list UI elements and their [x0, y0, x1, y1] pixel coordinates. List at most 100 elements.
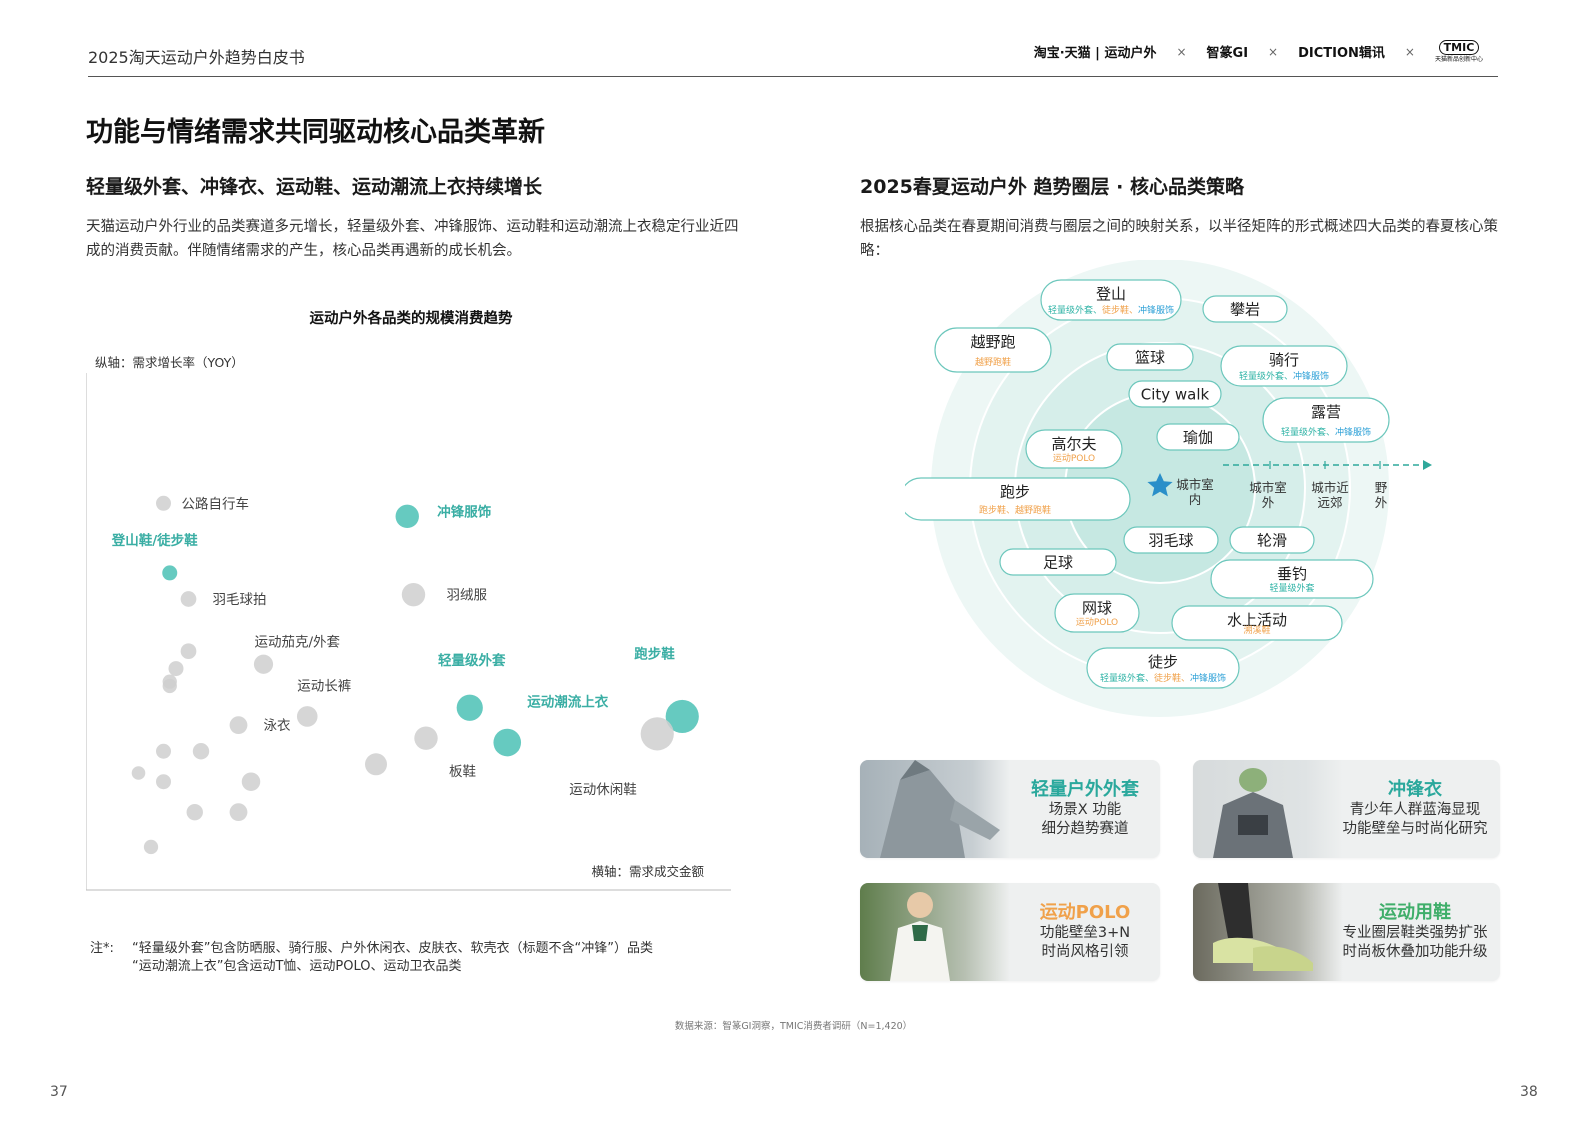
activity-category-tags: 运动POLO	[1053, 453, 1095, 464]
activity-category-tags: 轻量级外套	[1269, 582, 1314, 594]
activity-pill: 登山轻量级外套、徒步鞋、冲锋服饰	[1040, 279, 1182, 321]
activity-pill: 羽毛球	[1123, 526, 1219, 554]
bubble-label: 羽绒服	[447, 588, 488, 604]
activity-name: 瑜伽	[1183, 429, 1213, 447]
activity-name: 足球	[1043, 554, 1073, 572]
data-source: 数据来源：智篆GI洞察，TMIC消费者调研（N=1,420）	[674, 1021, 913, 1032]
activity-name: 跑步	[1000, 483, 1030, 501]
ring-label-center: 城市室	[1176, 477, 1214, 492]
activity-name: 网球	[1082, 599, 1112, 617]
bubble-label: 跑步鞋	[634, 645, 675, 662]
activity-name: City walk	[1141, 386, 1210, 404]
bubble-label: 运动长裤	[297, 678, 351, 694]
bubble-point	[241, 772, 261, 791]
ring-label: 野	[1375, 480, 1388, 495]
category-card-light-jacket: 轻量户外外套 场景X 功能 细分趋势赛道	[860, 760, 1160, 858]
category-card-hardshell-jacket: 冲锋衣 青少年人群蓝海显现 功能壁垒与时尚化研究	[1193, 760, 1500, 858]
bubble-point	[296, 706, 318, 727]
card-title: 冲锋衣	[1388, 779, 1442, 800]
bubble-label: 冲锋服饰	[437, 503, 491, 520]
report-title: 2025淘天运动户外趋势白皮书	[88, 48, 305, 67]
card-subtitle: 细分趋势赛道	[1041, 821, 1129, 837]
activity-name: 垂钓	[1277, 565, 1307, 583]
bubble-label: 运动茄克/外套	[255, 633, 341, 650]
activity-pill: 骑行轻量级外套、冲锋服饰	[1220, 345, 1348, 387]
bubble-point	[162, 678, 177, 694]
activity-pill: 足球	[999, 548, 1117, 576]
activity-name: 篮球	[1135, 349, 1165, 367]
activity-name: 攀岩	[1230, 301, 1260, 319]
activity-category-tags: 越野跑鞋	[975, 356, 1011, 368]
bubble-chart: 纵轴：需求增长率（YOY） 横轴：需求成交金额 公路自行车 冲锋服饰登山鞋/徒步鞋羽毛…	[86, 355, 731, 891]
activity-name: 露营	[1311, 403, 1341, 421]
footnote-label: 注*:	[90, 941, 114, 956]
activity-pill: City walk	[1128, 380, 1222, 408]
bubble-point	[180, 591, 197, 607]
activity-pill: 徒步轻量级外套、徒步鞋、冲锋服饰	[1086, 647, 1240, 689]
taobao-tmall-logo: 淘宝·天猫 | 运动户外	[1033, 46, 1157, 61]
activity-pill: 跑步跑步鞋、越野跑鞋	[905, 477, 1131, 521]
bubble-point	[180, 643, 197, 660]
page-title: 功能与情绪需求共同驱动核心品类革新	[86, 117, 545, 148]
activity-name: 登山	[1096, 285, 1126, 303]
sport-shoes-photo	[1193, 883, 1343, 981]
activity-pill: 轮滑	[1229, 526, 1315, 554]
activity-pill: 瑜伽	[1156, 423, 1240, 451]
zhimeng-logo: 智篆GI	[1206, 46, 1249, 61]
logo-separator: ×	[1404, 44, 1415, 59]
activity-category-tags: 运动POLO	[1076, 617, 1118, 628]
footnote-line: “运动潮流上衣”包含运动T恤、运动POLO、运动卫衣品类	[132, 959, 462, 974]
arrow-head-icon	[1423, 460, 1432, 470]
activity-category-tags: 溯溪鞋	[1243, 624, 1270, 636]
activity-name: 骑行	[1269, 351, 1299, 369]
diction-logo: DICTION辑讯	[1298, 46, 1385, 61]
activity-name: 羽毛球	[1148, 532, 1193, 550]
ring-label: 城市近	[1311, 480, 1349, 495]
bubble-point	[493, 728, 522, 757]
card-subtitle: 功能壁垒3+N	[1039, 925, 1131, 941]
x-axis-label: 横轴：需求成交金额	[591, 864, 704, 879]
activity-category-tags: 跑步鞋、越野跑鞋	[979, 504, 1051, 516]
bubble-label: 登山鞋/徒步鞋	[111, 532, 198, 549]
bubble-point	[143, 839, 159, 855]
card-title: 轻量户外外套	[1031, 779, 1139, 800]
activity-pill: 露营轻量级外套、冲锋服饰	[1262, 397, 1390, 443]
right-section-body: 根据核心品类在春夏期间消费与圈层之间的映射关系，以半径矩阵的形式概述四大品类的春…	[860, 219, 1498, 259]
ring-label: 外	[1262, 495, 1275, 510]
left-section-body: 天猫运动户外行业的品类赛道多元增长，轻量级外套、冲锋服饰、运动鞋和运动潮流上衣稳…	[86, 219, 739, 259]
bubble-point	[640, 717, 674, 751]
activity-name: 轮滑	[1257, 532, 1287, 550]
bubble-label: 泳衣	[264, 718, 291, 734]
card-title: 运动POLO	[1039, 902, 1131, 923]
bubble-point	[414, 726, 438, 750]
card-subtitle: 青少年人群蓝海显现	[1349, 802, 1481, 818]
partner-logos: 淘宝·天猫 | 运动户外 × 智篆GI × DICTION辑讯 × TMIC 天…	[1034, 40, 1483, 63]
bubble-point	[253, 654, 274, 674]
card-subtitle: 场景X 功能	[1048, 802, 1122, 818]
bubble-point	[156, 495, 171, 511]
bubble-label: 运动潮流上衣	[527, 694, 608, 711]
card-subtitle: 专业圈层鞋类强势扩张	[1342, 925, 1488, 941]
bubble-point	[229, 803, 248, 822]
footnote-line: “轻量级外套”包含防晒服、骑行服、户外休闲衣、皮肤衣、软壳衣（标题不含“冲锋”）…	[132, 941, 653, 956]
logo-separator: ×	[1176, 44, 1187, 59]
page-number-left: 37	[50, 1084, 68, 1100]
hardshell-jacket-photo	[1193, 760, 1343, 858]
bubble-point	[186, 803, 203, 821]
bubble-point	[168, 661, 184, 677]
activity-pill: 高尔夫运动POLO	[1025, 429, 1123, 469]
bubble-label: 羽毛球拍	[213, 592, 267, 608]
page-number-right: 38	[1520, 1084, 1538, 1100]
bubble-label: 板鞋	[449, 764, 476, 780]
bubble-label: 轻量级外套	[438, 652, 506, 669]
light-jacket-photo	[860, 760, 1010, 858]
bubble-point	[192, 743, 210, 760]
bubble-point	[156, 774, 171, 790]
category-card-sport-polo: 运动POLO 功能壁垒3+N 时尚风格引领	[860, 883, 1160, 981]
activity-pill: 攀岩	[1202, 295, 1288, 323]
activity-pill: 网球运动POLO	[1054, 593, 1140, 633]
chart-title: 运动户外各品类的规模消费趋势	[309, 311, 513, 327]
tmic-logo: TMIC 天猫新品创新中心	[1435, 40, 1483, 63]
activity-category-tags: 轻量级外套、徒步鞋、冲锋服饰	[1048, 304, 1174, 316]
footnote: 注*: “轻量级外套”包含防晒服、骑行服、户外休闲衣、皮肤衣、软壳衣（标题不含“…	[90, 940, 653, 976]
